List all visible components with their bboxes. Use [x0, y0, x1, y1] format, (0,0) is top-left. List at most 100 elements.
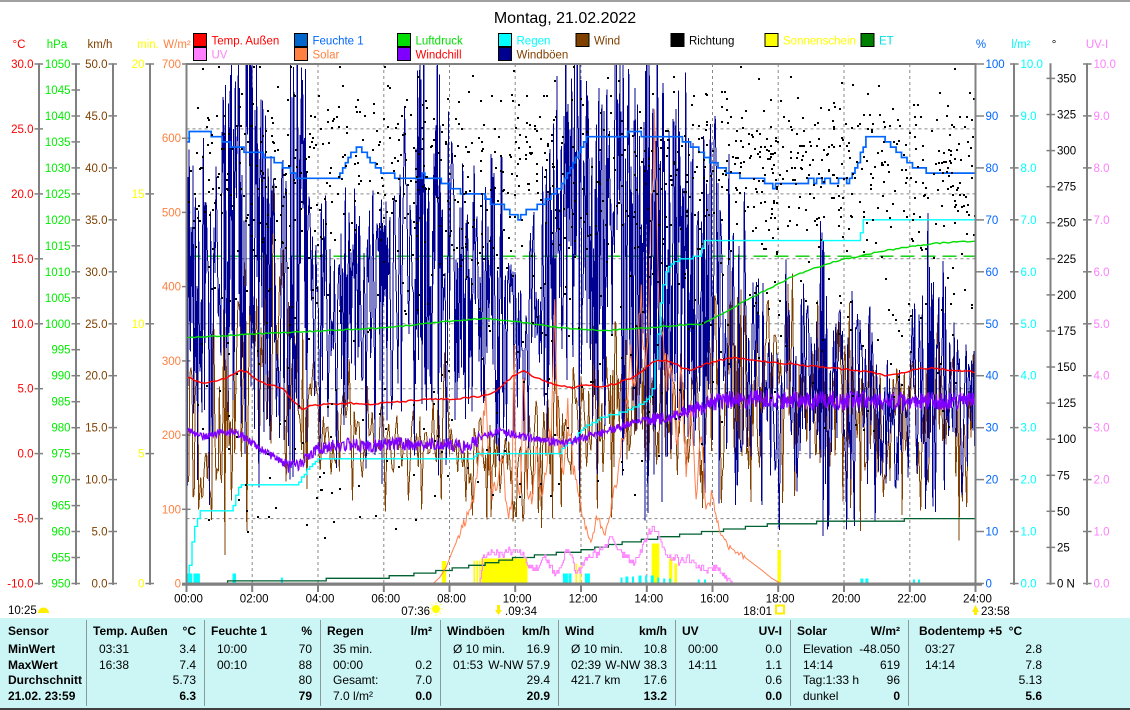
svg-text:500: 500	[162, 207, 181, 219]
svg-text:20.0: 20.0	[85, 371, 107, 383]
svg-text:40: 40	[986, 371, 999, 383]
svg-text:300: 300	[1057, 146, 1076, 158]
svg-text:700: 700	[162, 59, 181, 71]
svg-text:1010: 1010	[45, 267, 71, 279]
svg-text:950: 950	[51, 579, 70, 591]
svg-text:3.0: 3.0	[1094, 423, 1110, 435]
svg-text:1050: 1050	[45, 59, 71, 71]
svg-text:Montag, 21.02.2022: Montag, 21.02.2022	[494, 10, 636, 27]
svg-text:hPa: hPa	[47, 39, 68, 51]
svg-text:30: 30	[986, 423, 999, 435]
svg-text:18:01: 18:01	[743, 606, 772, 618]
svg-text:14:00: 14:00	[634, 594, 663, 606]
svg-text:18:00: 18:00	[766, 594, 795, 606]
svg-text:Solar: Solar	[313, 50, 340, 62]
svg-text:N: N	[1067, 579, 1075, 591]
svg-text:600: 600	[162, 133, 181, 145]
svg-text:9.0: 9.0	[1094, 111, 1110, 123]
svg-text:8.0: 8.0	[1094, 163, 1110, 175]
svg-text:1005: 1005	[45, 293, 71, 305]
svg-text:Temp. Außen: Temp. Außen	[212, 36, 280, 48]
svg-text:4.0: 4.0	[1021, 371, 1037, 383]
svg-text:UV-I: UV-I	[1086, 39, 1108, 51]
svg-text:6.0: 6.0	[1094, 267, 1110, 279]
svg-text:350: 350	[1057, 73, 1076, 85]
svg-text:l/m²: l/m²	[1011, 39, 1030, 51]
svg-text:1045: 1045	[45, 85, 71, 97]
svg-text:70: 70	[986, 215, 999, 227]
svg-text:1.0: 1.0	[1094, 527, 1110, 539]
svg-text:45.0: 45.0	[85, 111, 107, 123]
svg-text:0.0: 0.0	[18, 449, 34, 461]
svg-text:1030: 1030	[45, 163, 71, 175]
svg-text:10.0: 10.0	[1094, 59, 1116, 71]
svg-text:-10.0: -10.0	[7, 579, 33, 591]
svg-text:3.0: 3.0	[1021, 423, 1037, 435]
svg-text:Sonnenschein: Sonnenschein	[783, 36, 856, 48]
svg-text:30.0: 30.0	[11, 59, 33, 71]
svg-text:W/m²: W/m²	[163, 39, 191, 51]
svg-text:00:00: 00:00	[174, 594, 203, 606]
svg-text:Windchill: Windchill	[416, 50, 462, 62]
svg-text:min.: min.	[137, 39, 159, 51]
svg-text:90: 90	[986, 111, 999, 123]
svg-text:995: 995	[51, 345, 70, 357]
svg-text:1015: 1015	[45, 241, 71, 253]
svg-text:-5.0: -5.0	[14, 514, 34, 526]
svg-text:Luftdruck: Luftdruck	[416, 36, 464, 48]
svg-text:20:00: 20:00	[832, 594, 861, 606]
svg-text:06:00: 06:00	[371, 594, 400, 606]
svg-text:23:58: 23:58	[981, 606, 1010, 618]
svg-text:100: 100	[1057, 434, 1076, 446]
svg-text:1020: 1020	[45, 215, 71, 227]
svg-text:0: 0	[175, 579, 181, 591]
svg-text:15.0: 15.0	[11, 254, 33, 266]
svg-text:7.0: 7.0	[1021, 215, 1037, 227]
svg-text:10:25: 10:25	[8, 605, 37, 617]
svg-text:30.0: 30.0	[85, 267, 107, 279]
svg-text:25.0: 25.0	[85, 319, 107, 331]
svg-text:225: 225	[1057, 254, 1076, 266]
svg-text:275: 275	[1057, 182, 1076, 194]
svg-text:10: 10	[986, 527, 999, 539]
svg-text:0: 0	[986, 579, 992, 591]
svg-text:60: 60	[986, 267, 999, 279]
svg-text:Regen: Regen	[517, 36, 551, 48]
svg-text:0.0: 0.0	[1021, 579, 1037, 591]
svg-text:10: 10	[132, 319, 145, 331]
svg-text:15: 15	[132, 189, 145, 201]
svg-text:Feuchte 1: Feuchte 1	[313, 36, 364, 48]
svg-text:80: 80	[986, 163, 999, 175]
svg-text:25: 25	[1057, 542, 1070, 554]
svg-text:990: 990	[51, 371, 70, 383]
svg-text:400: 400	[162, 282, 181, 294]
svg-text:07:36: 07:36	[401, 606, 430, 618]
svg-text:25.0: 25.0	[11, 124, 33, 136]
svg-text:%: %	[976, 39, 986, 51]
svg-text:0: 0	[138, 579, 144, 591]
svg-text:5.0: 5.0	[92, 527, 108, 539]
svg-text:20: 20	[132, 59, 145, 71]
svg-text:24:00: 24:00	[963, 594, 992, 606]
svg-text:200: 200	[1057, 290, 1076, 302]
svg-text:15.0: 15.0	[85, 423, 107, 435]
svg-text:980: 980	[51, 423, 70, 435]
svg-text:6.0: 6.0	[1021, 267, 1037, 279]
svg-text:0.0: 0.0	[1094, 579, 1110, 591]
svg-text:12:00: 12:00	[569, 594, 598, 606]
svg-text:50.0: 50.0	[85, 59, 107, 71]
svg-text:20.0: 20.0	[11, 189, 33, 201]
svg-text:04:00: 04:00	[306, 594, 335, 606]
svg-text:7.0: 7.0	[1094, 215, 1110, 227]
svg-text:250: 250	[1057, 218, 1076, 230]
svg-text:200: 200	[162, 430, 181, 442]
svg-text:125: 125	[1057, 398, 1076, 410]
svg-text:1.0: 1.0	[1021, 527, 1037, 539]
svg-text:175: 175	[1057, 326, 1076, 338]
svg-text:985: 985	[51, 397, 70, 409]
svg-text:8.0: 8.0	[1021, 163, 1037, 175]
svg-text:16:00: 16:00	[700, 594, 729, 606]
svg-text:10:00: 10:00	[503, 594, 532, 606]
svg-text:2.0: 2.0	[1094, 475, 1110, 487]
svg-text:ET: ET	[879, 36, 894, 48]
